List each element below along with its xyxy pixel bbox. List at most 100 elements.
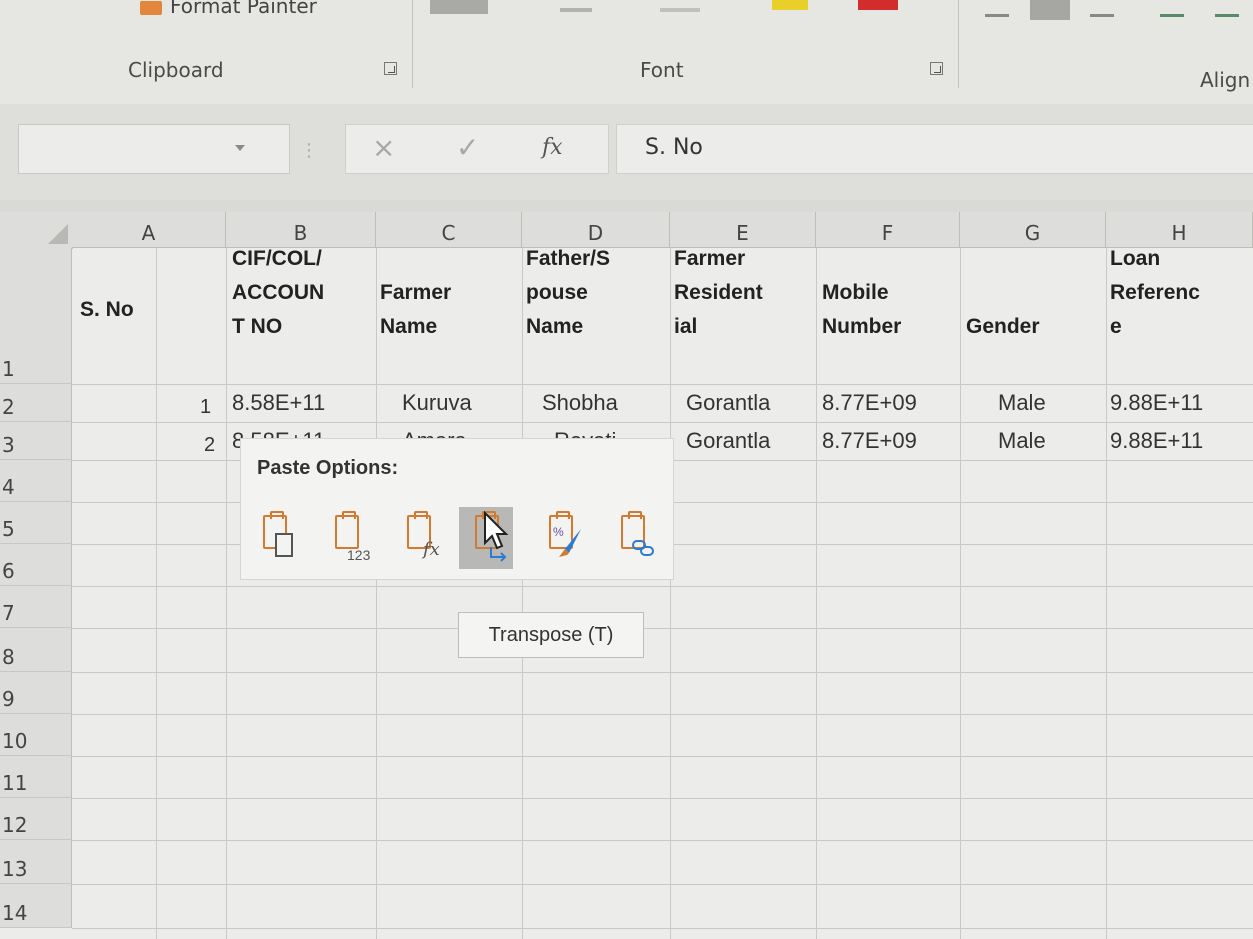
gridline bbox=[1106, 248, 1107, 939]
column-header-c[interactable]: C bbox=[376, 212, 522, 248]
formula-buttons: × ✓ fx bbox=[345, 124, 609, 174]
gridline bbox=[72, 928, 1253, 929]
font-launcher-icon[interactable] bbox=[930, 62, 943, 75]
paintbrush-icon bbox=[559, 529, 581, 557]
paste-values-button[interactable]: 123 bbox=[327, 507, 371, 569]
name-box[interactable] bbox=[18, 124, 290, 174]
cell-b1[interactable]: CIF/COL/ ACCOUN T NO bbox=[232, 242, 324, 344]
gridline bbox=[960, 248, 961, 939]
page-icon bbox=[275, 533, 293, 557]
gridline bbox=[226, 248, 227, 939]
align-middle-icon[interactable] bbox=[1030, 0, 1070, 20]
row-header-1[interactable]: 1 bbox=[0, 248, 72, 384]
gridline bbox=[72, 884, 1253, 885]
column-header-f[interactable]: F bbox=[816, 212, 960, 248]
resize-handle-icon[interactable]: ⋮ bbox=[300, 140, 318, 161]
cell-h2[interactable]: 9.88E+11 bbox=[1110, 390, 1203, 416]
gridline bbox=[72, 384, 1253, 385]
cell-f1[interactable]: Mobile Number bbox=[822, 276, 901, 344]
cell-e2[interactable]: Gorantla bbox=[686, 390, 770, 416]
cell-e3[interactable]: Gorantla bbox=[686, 428, 770, 454]
gridline bbox=[816, 248, 817, 939]
cell-f3[interactable]: 8.77E+09 bbox=[822, 428, 917, 454]
cell-c2[interactable]: Kuruva bbox=[402, 390, 472, 416]
gridline bbox=[156, 248, 157, 939]
cell-a3[interactable]: 2 bbox=[204, 434, 215, 457]
insert-function-icon[interactable]: fx bbox=[542, 135, 563, 160]
gridline bbox=[72, 798, 1253, 799]
ribbon: Format Painter Clipboard Font Align bbox=[0, 0, 1253, 105]
clipboard-launcher-icon[interactable] bbox=[384, 62, 397, 75]
indent-icon[interactable] bbox=[1215, 14, 1239, 17]
ribbon-divider bbox=[412, 0, 413, 88]
cell-g1[interactable]: Gender bbox=[966, 310, 1040, 344]
row-header-5[interactable]: 5 bbox=[0, 502, 72, 544]
select-all-button[interactable] bbox=[0, 212, 73, 249]
ribbon-divider bbox=[958, 0, 959, 88]
paste-button[interactable] bbox=[255, 507, 299, 569]
clipboard-icon bbox=[335, 511, 359, 549]
row-header-13[interactable]: 13 bbox=[0, 840, 72, 884]
clipboard-group-label: Clipboard bbox=[128, 58, 224, 82]
highlight-color-icon[interactable] bbox=[772, 0, 808, 10]
cell-d1[interactable]: Father/S pouse Name bbox=[526, 242, 610, 344]
paste-formulas-button[interactable]: fx bbox=[399, 507, 443, 569]
row-header-3[interactable]: 3 bbox=[0, 422, 72, 460]
cell-e1[interactable]: Farmer Resident ial bbox=[674, 242, 763, 344]
row-header-10[interactable]: 10 bbox=[0, 714, 72, 756]
link-icon bbox=[632, 540, 654, 556]
border-icon[interactable] bbox=[660, 8, 700, 12]
transpose-button[interactable] bbox=[459, 507, 513, 569]
row-header-6[interactable]: 6 bbox=[0, 544, 72, 586]
formula-icon: fx bbox=[423, 539, 440, 560]
paste-formatting-button[interactable]: % bbox=[541, 507, 585, 569]
paste-options-title: Paste Options: bbox=[257, 457, 399, 479]
gridline bbox=[670, 248, 671, 939]
cell-h3[interactable]: 9.88E+11 bbox=[1110, 428, 1203, 454]
chevron-down-icon[interactable] bbox=[235, 145, 245, 151]
align-top-icon[interactable] bbox=[985, 14, 1009, 17]
gridline bbox=[72, 586, 1253, 587]
formula-bar: ⋮ × ✓ fx S. No bbox=[0, 104, 1253, 200]
font-color-icon[interactable] bbox=[858, 0, 898, 10]
gridline bbox=[72, 756, 1253, 757]
paintbrush-icon bbox=[140, 0, 162, 15]
cell-a2[interactable]: 1 bbox=[200, 396, 211, 419]
row-header-7[interactable]: 7 bbox=[0, 586, 72, 628]
column-header-g[interactable]: G bbox=[960, 212, 1106, 248]
paste-link-button[interactable] bbox=[613, 507, 657, 569]
row-header-14[interactable]: 14 bbox=[0, 884, 72, 928]
transpose-tooltip: Transpose (T) bbox=[458, 612, 644, 658]
values-icon: 123 bbox=[347, 547, 371, 563]
font-name-box[interactable] bbox=[430, 0, 488, 14]
column-header-a[interactable]: A bbox=[72, 212, 226, 248]
cell-h1[interactable]: Loan Referenc e bbox=[1110, 242, 1250, 344]
gridline bbox=[72, 422, 1253, 423]
gridline bbox=[376, 248, 377, 939]
row-header-4[interactable]: 4 bbox=[0, 460, 72, 502]
cell-b2[interactable]: 8.58E+11 bbox=[232, 390, 325, 416]
gridline bbox=[72, 672, 1253, 673]
font-size-icon[interactable] bbox=[560, 8, 592, 12]
row-header-9[interactable]: 9 bbox=[0, 672, 72, 714]
cell-a1[interactable]: S. No bbox=[80, 296, 134, 324]
check-icon[interactable]: ✓ bbox=[456, 131, 479, 164]
gridline bbox=[72, 628, 1253, 629]
gridline bbox=[72, 714, 1253, 715]
alignment-group-label: Align bbox=[1200, 68, 1251, 92]
gridline bbox=[72, 840, 1253, 841]
indent-icon[interactable] bbox=[1160, 14, 1184, 17]
formula-input[interactable]: S. No bbox=[616, 124, 1253, 174]
cell-g2[interactable]: Male bbox=[998, 390, 1046, 416]
row-header-8[interactable]: 8 bbox=[0, 628, 72, 672]
cell-d2[interactable]: Shobha bbox=[542, 390, 618, 416]
cell-g3[interactable]: Male bbox=[998, 428, 1046, 454]
cell-c1[interactable]: Farmer Name bbox=[380, 276, 451, 344]
row-header-12[interactable]: 12 bbox=[0, 798, 72, 840]
cancel-icon[interactable]: × bbox=[372, 131, 395, 164]
format-painter-button[interactable]: Format Painter bbox=[140, 0, 317, 18]
cell-f2[interactable]: 8.77E+09 bbox=[822, 390, 917, 416]
row-header-2[interactable]: 2 bbox=[0, 384, 72, 422]
align-bottom-icon[interactable] bbox=[1090, 14, 1114, 17]
row-header-11[interactable]: 11 bbox=[0, 756, 72, 798]
